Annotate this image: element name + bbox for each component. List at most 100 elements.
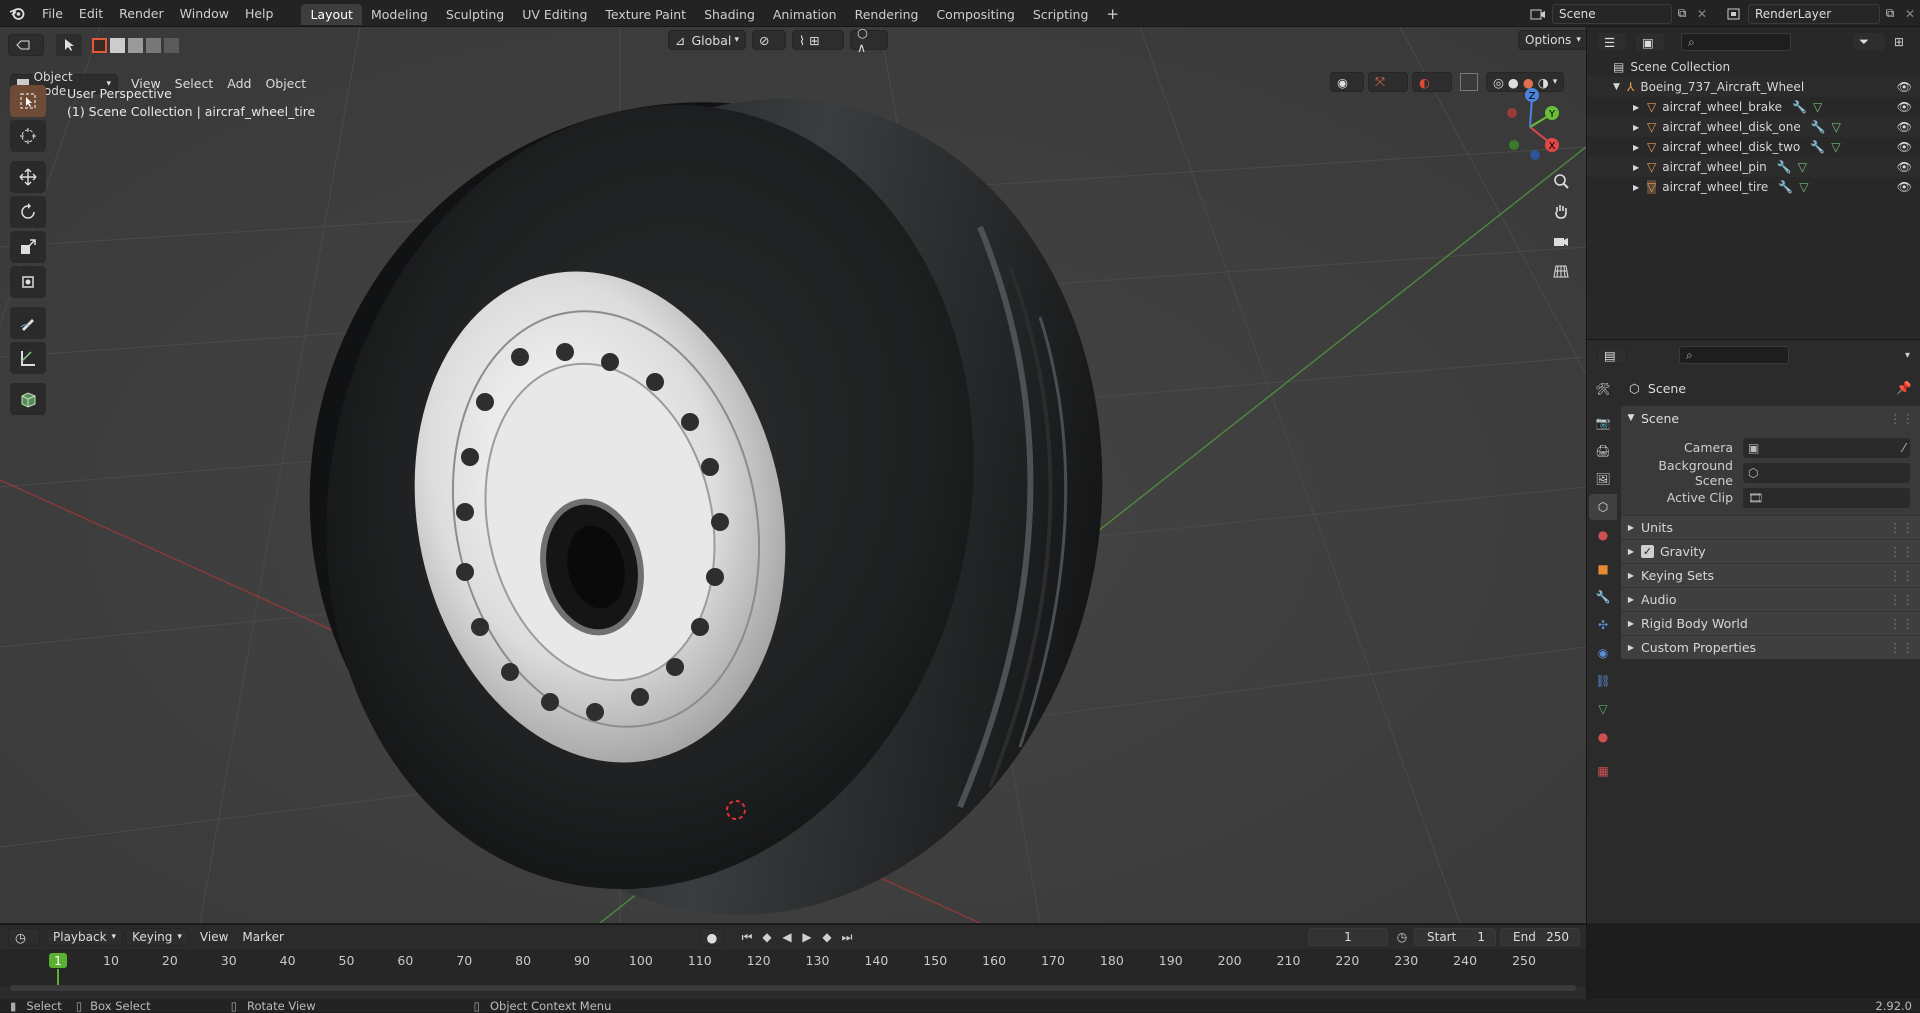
tab-animation[interactable]: Animation — [764, 4, 846, 25]
select-mode-group[interactable] — [92, 37, 179, 53]
playback-dropdown[interactable]: Playback ▾ — [46, 928, 124, 946]
timeline-editor-type[interactable]: ◷ — [8, 928, 40, 946]
material-tab-icon[interactable]: ● — [1589, 724, 1617, 750]
expand-chevron-icon[interactable]: ▼ — [1613, 82, 1627, 92]
drag-handle-icon[interactable]: ⋮⋮ — [1889, 616, 1914, 631]
menu-file[interactable]: File — [34, 0, 71, 27]
pan-hand-icon[interactable] — [1547, 197, 1575, 225]
outliner-search-input[interactable]: ⌕ — [1681, 33, 1791, 51]
gravity-checkbox[interactable]: ✓ — [1641, 545, 1654, 558]
tab-scripting[interactable]: Scripting — [1024, 4, 1098, 25]
move-tool-button[interactable] — [10, 161, 46, 193]
camera-field[interactable]: ▣ ⁄ — [1743, 437, 1910, 458]
background-scene-field[interactable]: ⬡ — [1743, 462, 1910, 483]
drag-handle-icon[interactable]: ⋮⋮ — [1889, 544, 1914, 559]
mesh-data-icon[interactable]: ▽ — [1831, 140, 1840, 154]
rigid-body-world-panel-header[interactable]: ▶ Rigid Body World ⋮⋮ — [1621, 611, 1920, 635]
menu-window[interactable]: Window — [172, 0, 237, 27]
mesh-data-icon[interactable]: ▽ — [1799, 180, 1808, 194]
jump-start-icon[interactable]: ⏮ — [738, 930, 756, 945]
timeline-scrollbar[interactable] — [10, 985, 1576, 991]
outliner-row-scene-collection[interactable]: ▤ Scene Collection — [1587, 57, 1920, 77]
visibility-eye-icon[interactable]: 👁 — [1897, 80, 1912, 94]
outliner-row-object[interactable]: ▶ ▽ aircraf_wheel_disk_two 🔧 ▽ 👁 — [1587, 137, 1920, 157]
modifier-wrench-icon[interactable]: 🔧 — [1777, 160, 1792, 174]
select-box-icon[interactable] — [56, 34, 82, 56]
record-button[interactable]: ● — [700, 928, 724, 946]
properties-search-input[interactable]: ⌕ — [1679, 346, 1789, 364]
outliner-row-object[interactable]: ▶ ▽ aircraf_wheel_brake 🔧 ▽ 👁 — [1587, 97, 1920, 117]
end-frame-field[interactable]: End 250 — [1500, 928, 1580, 946]
cursor-tool-button[interactable] — [10, 120, 46, 152]
modifier-wrench-icon[interactable]: 🔧 — [1778, 180, 1793, 194]
expand-chevron-icon[interactable]: ▶ — [1633, 123, 1647, 132]
new-collection-icon[interactable]: ⊞ — [1894, 35, 1914, 49]
delete-scene-icon[interactable]: ✕ — [1692, 7, 1712, 21]
proportional-edit-button[interactable]: ○ ∧ — [850, 27, 888, 55]
texture-tab-icon[interactable]: ▦ — [1589, 758, 1617, 784]
view-layer-icon[interactable] — [1720, 3, 1748, 24]
gravity-panel-header[interactable]: ▶ ✓ Gravity ⋮⋮ — [1621, 539, 1920, 563]
snap-dropdown[interactable]: ⌇ ⊞ — [792, 30, 844, 50]
preview-range-icon[interactable]: ◷ — [1392, 930, 1412, 944]
drag-handle-icon[interactable]: ⋮⋮ — [1889, 520, 1914, 535]
visibility-dropdown[interactable]: ◉ — [1330, 72, 1364, 92]
audio-panel-header[interactable]: ▶ Audio ⋮⋮ — [1621, 587, 1920, 611]
keying-sets-panel-header[interactable]: ▶ Keying Sets ⋮⋮ — [1621, 563, 1920, 587]
expand-chevron-icon[interactable]: ▶ — [1633, 103, 1647, 112]
visibility-eye-icon[interactable]: 👁 — [1897, 140, 1912, 154]
output-tab-icon[interactable]: 🖨 — [1589, 438, 1617, 464]
view-layer-tab-icon[interactable]: 🖼 — [1589, 466, 1617, 492]
tab-compositing[interactable]: Compositing — [927, 4, 1023, 25]
options-button[interactable]: Options ▾ — [1518, 30, 1586, 50]
view-layer-field[interactable]: RenderLayer — [1748, 3, 1880, 24]
render-tab-icon[interactable]: 📷 — [1589, 410, 1617, 436]
constraints-tab-icon[interactable]: ⛓ — [1589, 668, 1617, 694]
timeline-menu-marker[interactable]: Marker — [235, 926, 290, 948]
properties-editor-type[interactable]: ▤ — [1597, 345, 1627, 365]
physics-tab-icon[interactable]: ◉ — [1589, 640, 1617, 666]
measure-tool-button[interactable] — [10, 342, 46, 374]
prev-keyframe-icon[interactable]: ◆ — [758, 930, 776, 944]
pin-icon[interactable]: 📌 — [1896, 380, 1912, 396]
drag-handle-icon[interactable]: ⋮⋮ — [1889, 411, 1914, 426]
drag-handle-icon[interactable]: ⋮⋮ — [1889, 568, 1914, 583]
outliner-filter-button[interactable]: ⏷ — [1852, 32, 1886, 52]
tab-sculpting[interactable]: Sculpting — [437, 4, 513, 25]
modifier-wrench-icon[interactable]: 🔧 — [1811, 120, 1826, 134]
outliner-editor-type[interactable]: ☰ — [1597, 32, 1627, 52]
custom-properties-panel-header[interactable]: ▶ Custom Properties ⋮⋮ — [1621, 635, 1920, 659]
outliner-row-object[interactable]: ▶ ▽ aircraf_wheel_pin 🔧 ▽ 👁 — [1587, 157, 1920, 177]
visibility-eye-icon[interactable]: 👁 — [1897, 180, 1912, 194]
3d-viewport[interactable]: Object Mode ▾ View Select Add Object ⊿ G… — [0, 27, 1586, 923]
delete-view-layer-icon[interactable]: ✕ — [1900, 7, 1920, 21]
visibility-eye-icon[interactable]: 👁 — [1897, 120, 1912, 134]
zoom-icon[interactable] — [1547, 167, 1575, 195]
eyedropper-icon[interactable]: ⁄ — [1903, 441, 1905, 455]
outliner-row-object[interactable]: ▶ ▽ aircraf_wheel_tire 🔧 ▽ 👁 — [1587, 177, 1920, 197]
scene-selector-icon[interactable] — [1524, 3, 1552, 24]
transform-tool-button[interactable] — [10, 266, 46, 298]
new-view-layer-icon[interactable]: ⧉ — [1880, 6, 1900, 21]
overlays-toggle[interactable]: ◐ — [1412, 72, 1452, 92]
frame-ruler[interactable]: 1 10 20 30 40 50 60 70 80 90 100 110 120 130 140 150 160… — [0, 949, 1586, 987]
editor-type-button[interactable] — [8, 34, 44, 56]
tab-uv-editing[interactable]: UV Editing — [513, 4, 596, 25]
perspective-grid-icon[interactable] — [1547, 257, 1575, 285]
xray-toggle-icon[interactable] — [1460, 73, 1478, 91]
units-panel-header[interactable]: ▶ Units ⋮⋮ — [1621, 515, 1920, 539]
tab-texture-paint[interactable]: Texture Paint — [596, 4, 695, 25]
new-scene-icon[interactable]: ⧉ — [1672, 6, 1692, 21]
modifier-tab-icon[interactable]: 🔧 — [1589, 584, 1617, 610]
visibility-eye-icon[interactable]: 👁 — [1897, 100, 1912, 114]
visibility-eye-icon[interactable]: 👁 — [1897, 160, 1912, 174]
scene-panel-header[interactable]: ▼ Scene ⋮⋮ — [1621, 406, 1920, 430]
keying-dropdown[interactable]: Keying ▾ — [125, 928, 189, 946]
drag-handle-icon[interactable]: ⋮⋮ — [1889, 592, 1914, 607]
annotate-tool-button[interactable] — [10, 307, 46, 339]
modifier-wrench-icon[interactable]: 🔧 — [1792, 100, 1807, 114]
menu-edit[interactable]: Edit — [71, 0, 111, 27]
transform-orientation-dropdown[interactable]: ⊿ Global ▾ — [668, 30, 746, 50]
menu-help[interactable]: Help — [237, 0, 282, 27]
expand-chevron-icon[interactable]: ▶ — [1633, 163, 1647, 172]
